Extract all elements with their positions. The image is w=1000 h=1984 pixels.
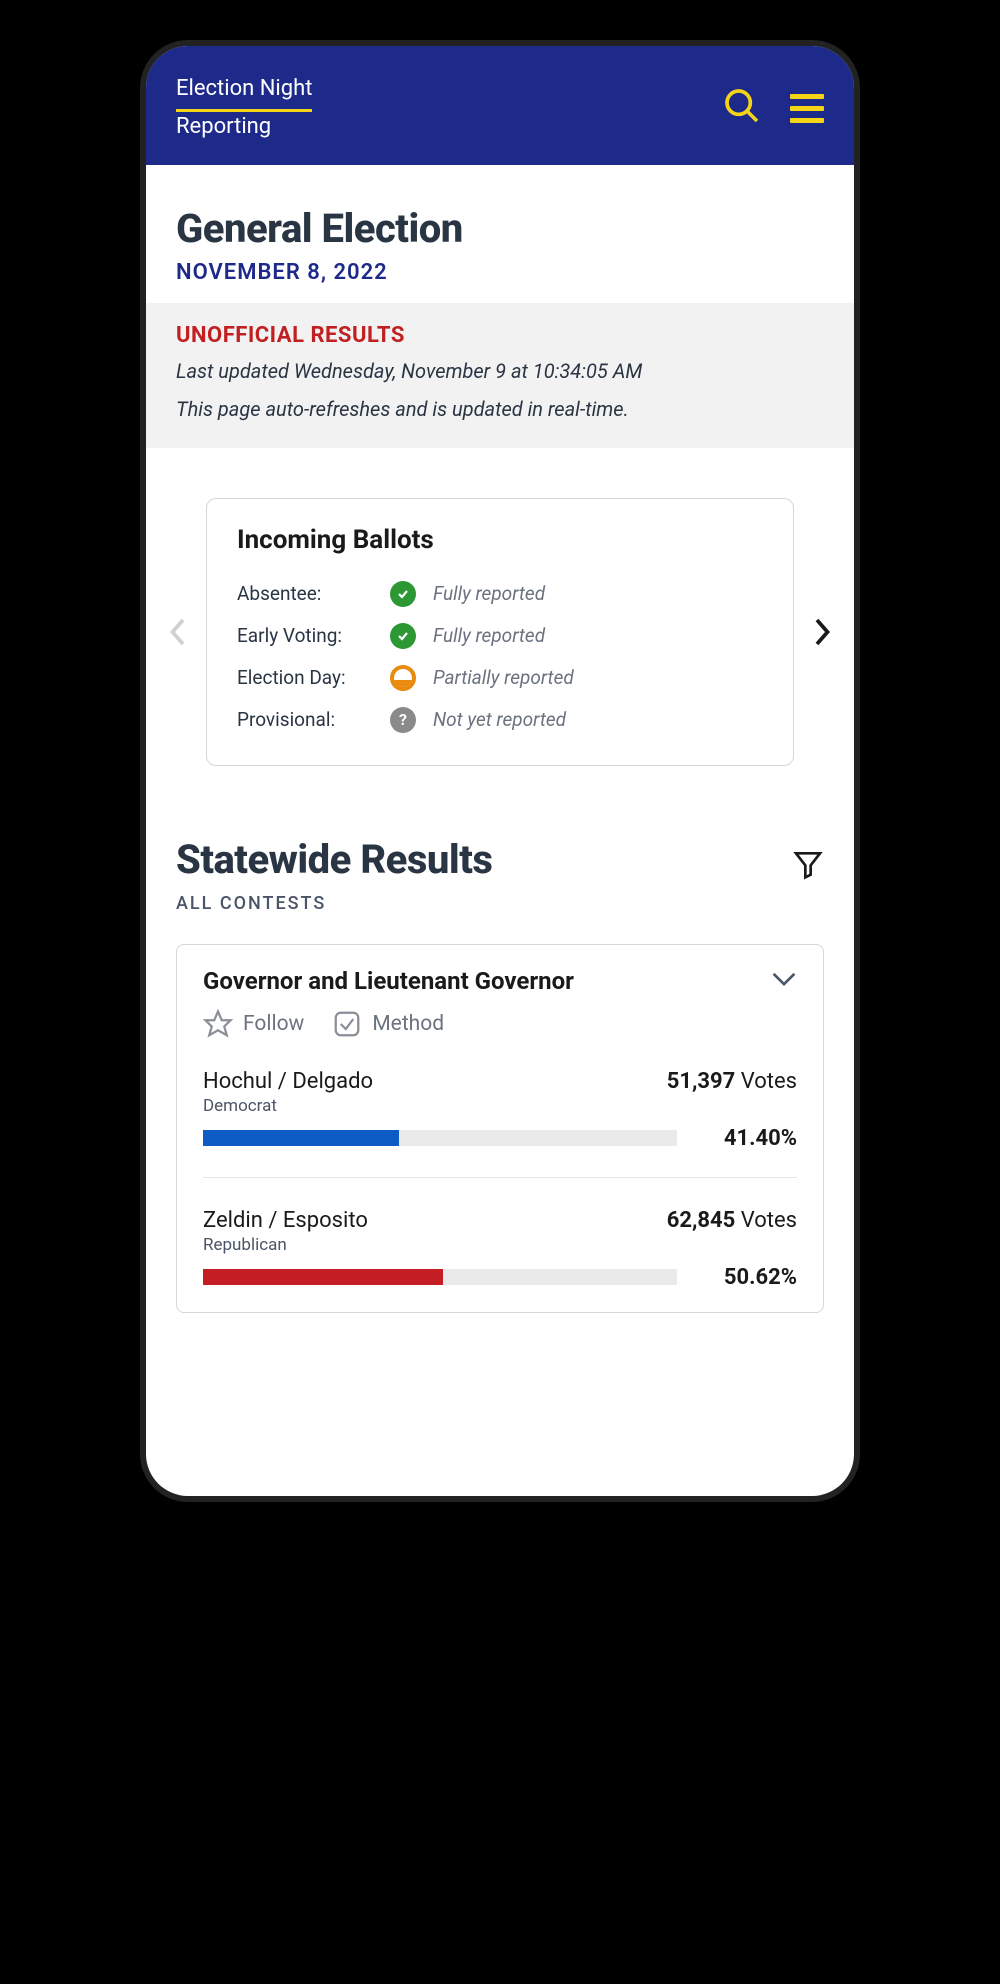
ballot-label: Early Voting:	[237, 624, 387, 647]
candidate-party: Democrat	[203, 1096, 797, 1116]
chevron-down-icon[interactable]	[771, 971, 797, 991]
page-head: General Election NOVEMBER 8, 2022	[146, 165, 854, 303]
chevron-right-icon[interactable]	[810, 612, 836, 652]
search-icon[interactable]	[722, 86, 762, 130]
status-updated: Last updated Wednesday, November 9 at 10…	[176, 356, 824, 386]
progress-bar	[203, 1269, 677, 1285]
filter-icon[interactable]	[792, 848, 824, 884]
method-label: Method	[372, 1012, 444, 1036]
content: General Election NOVEMBER 8, 2022 UNOFFI…	[146, 165, 854, 1496]
results-head: Statewide Results ALL CONTESTS	[146, 806, 854, 924]
app-header: Election Night Reporting	[146, 46, 854, 165]
candidate-percent: 41.40%	[697, 1126, 797, 1151]
phone-bezel: Election Night Reporting General Electio…	[140, 40, 860, 1502]
candidate-percent: 50.62%	[697, 1265, 797, 1290]
candidate-party: Republican	[203, 1235, 797, 1255]
ballot-status: Partially reported	[419, 666, 763, 689]
status-refresh: This page auto-refreshes and is updated …	[176, 394, 824, 424]
candidate-row: Hochul / Delgado 51,397 Votes Democrat 4…	[203, 1039, 797, 1151]
ballot-row: Provisional: ? Not yet reported	[237, 699, 763, 741]
contest-head: Governor and Lieutenant Governor	[203, 967, 797, 995]
app-title: Election Night Reporting	[176, 74, 312, 143]
ballot-row: Early Voting: Fully reported	[237, 615, 763, 657]
follow-button[interactable]: Follow	[203, 1009, 304, 1039]
check-circle-icon	[387, 581, 419, 607]
ballot-carousel: Incoming Ballots Absentee: Fully reporte…	[146, 448, 854, 806]
ballot-card-title: Incoming Ballots	[237, 525, 763, 555]
progress-bar	[203, 1130, 677, 1146]
app-title-line1: Election Night	[176, 74, 312, 112]
results-subtitle: ALL CONTESTS	[176, 893, 492, 914]
menu-icon[interactable]	[790, 94, 824, 123]
chevron-left-icon[interactable]	[164, 612, 190, 652]
candidate-votes: 62,845 Votes	[667, 1208, 797, 1233]
ballot-status: Fully reported	[419, 582, 763, 605]
results-titles: Statewide Results ALL CONTESTS	[176, 836, 492, 914]
ballot-status: Not yet reported	[419, 708, 763, 731]
app-title-line2: Reporting	[176, 114, 271, 139]
candidate-votes: 51,397 Votes	[667, 1069, 797, 1094]
progress-fill	[203, 1269, 443, 1285]
ballot-label: Election Day:	[237, 666, 387, 689]
checkbox-icon	[332, 1009, 362, 1039]
check-circle-icon	[387, 623, 419, 649]
contest-card: Governor and Lieutenant Governor Follow	[176, 944, 824, 1313]
method-button[interactable]: Method	[332, 1009, 444, 1039]
follow-label: Follow	[243, 1012, 304, 1036]
status-box: UNOFFICIAL RESULTS Last updated Wednesda…	[146, 303, 854, 448]
candidate-row: Zeldin / Esposito 62,845 Votes Republica…	[203, 1178, 797, 1290]
contest-actions: Follow Method	[203, 1009, 797, 1039]
status-heading: UNOFFICIAL RESULTS	[176, 323, 824, 348]
ballot-card: Incoming Ballots Absentee: Fully reporte…	[206, 498, 794, 766]
ballot-label: Absentee:	[237, 582, 387, 605]
ballot-label: Provisional:	[237, 708, 387, 731]
phone-frame: Election Night Reporting General Electio…	[120, 20, 880, 1522]
results-title: Statewide Results	[176, 836, 492, 883]
partial-circle-icon	[387, 665, 419, 691]
ballot-status: Fully reported	[419, 624, 763, 647]
ballot-row: Election Day: Partially reported	[237, 657, 763, 699]
question-circle-icon: ?	[387, 707, 419, 733]
ballot-row: Absentee: Fully reported	[237, 573, 763, 615]
header-icons	[722, 86, 824, 130]
candidate-name: Zeldin / Esposito	[203, 1208, 368, 1233]
contest-title: Governor and Lieutenant Governor	[203, 967, 574, 995]
star-icon	[203, 1009, 233, 1039]
progress-fill	[203, 1130, 399, 1146]
page-date: NOVEMBER 8, 2022	[176, 260, 824, 285]
candidate-name: Hochul / Delgado	[203, 1069, 373, 1094]
screen: Election Night Reporting General Electio…	[146, 46, 854, 1496]
page-title: General Election	[176, 205, 824, 252]
